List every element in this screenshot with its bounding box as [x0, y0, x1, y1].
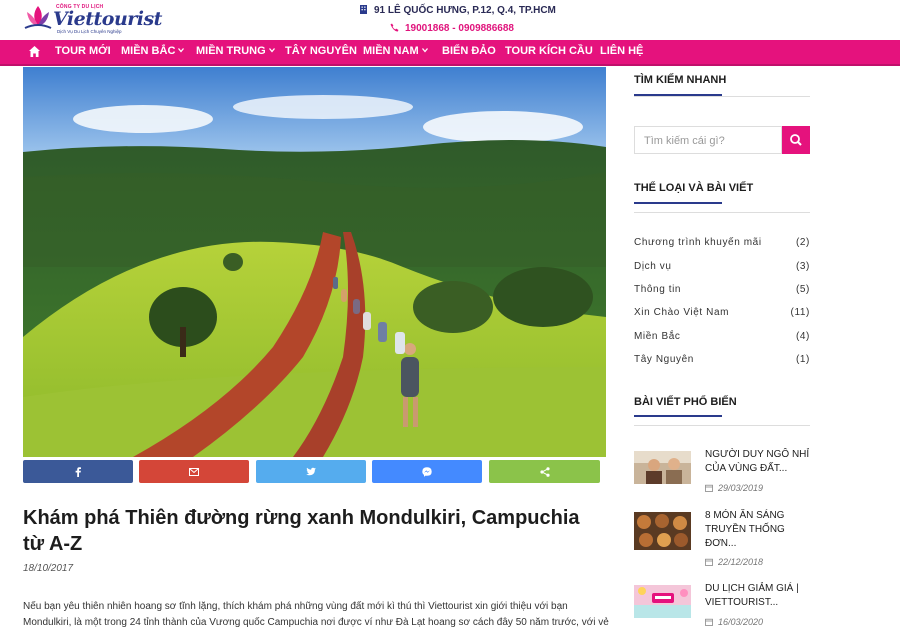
heading-divider	[634, 425, 810, 426]
heading-divider	[634, 96, 810, 97]
facebook-icon	[75, 466, 81, 477]
calendar-icon	[705, 484, 713, 492]
category-count: (4)	[795, 331, 810, 342]
nav-item-label: TÂY NGUYÊN	[285, 45, 357, 57]
category-name: Thông tin	[634, 284, 682, 295]
twitter-icon	[306, 467, 316, 475]
header-address: 91 LÊ QUỐC HƯNG, P.12, Q.4, TP.HCM	[359, 5, 556, 16]
nav-item-tour-kich-cau[interactable]: TOUR KÍCH CẦU	[505, 45, 593, 57]
share-icon	[539, 466, 550, 477]
search-heading: TÌM KIẾM NHANH	[634, 74, 727, 86]
category-item[interactable]: Thông tin (5)	[634, 284, 810, 295]
nav-item-tay-nguyen[interactable]: TÂY NGUYÊN	[285, 45, 357, 57]
main-nav: TOUR MỚI MIỀN BẮC MIỀN TRUNG TÂY NGUYÊN …	[0, 40, 900, 66]
promo-thumbnail-image	[634, 585, 691, 618]
category-item[interactable]: Miền Bắc (4)	[634, 331, 810, 342]
logo-tagline: Dịch Vụ Du Lịch Chuyên Nghiệp	[57, 29, 122, 34]
popular-heading: BÀI VIẾT PHỔ BIẾN	[634, 396, 737, 408]
nav-item-label: MIỀN BẮC	[121, 45, 176, 57]
category-name: Dịch vụ	[634, 261, 672, 272]
popular-post-date-text: 29/03/2019	[718, 483, 764, 493]
nav-item-label: TOUR MỚI	[55, 45, 111, 57]
top-header: CÔNG TY DU LỊCH Viettourist Dịch Vụ Du L…	[0, 0, 900, 40]
nav-item-label: BIỂN ĐẢO	[442, 45, 496, 57]
calendar-icon	[705, 618, 713, 626]
nav-item-mien-bac[interactable]: MIỀN BẮC	[121, 45, 185, 57]
popular-post-date-text: 16/03/2020	[718, 617, 764, 627]
share-facebook-button[interactable]	[23, 460, 133, 483]
portrait-thumbnail-image	[634, 451, 691, 484]
messenger-icon	[422, 466, 432, 477]
article-date: 18/10/2017	[23, 563, 74, 574]
category-count: (2)	[795, 237, 810, 248]
popular-post-thumbnail[interactable]	[634, 585, 691, 618]
search-icon	[790, 134, 802, 146]
heading-divider	[634, 212, 810, 213]
popular-post-date-text: 22/12/2018	[718, 557, 764, 567]
popular-post-date: 22/12/2018	[705, 557, 763, 567]
popular-post-date: 16/03/2020	[705, 617, 763, 627]
nav-item-label: TOUR KÍCH CẦU	[505, 45, 593, 57]
category-count: (5)	[795, 284, 810, 295]
nav-item-bien-dao[interactable]: BIỂN ĐẢO	[442, 45, 496, 57]
share-email-button[interactable]	[139, 460, 249, 483]
article-title: Khám phá Thiên đường rừng xanh Mondulkir…	[23, 507, 580, 555]
category-name: Tây Nguyên	[634, 354, 694, 365]
article-hero-image	[23, 67, 606, 457]
category-name: Xin Chào Việt Nam	[634, 307, 730, 318]
popular-post-date: 29/03/2019	[705, 483, 763, 493]
heading-underline	[634, 415, 722, 417]
chevron-down-icon	[178, 48, 185, 53]
category-item[interactable]: Tây Nguyên (1)	[634, 354, 810, 365]
search-button[interactable]	[782, 126, 810, 154]
home-icon[interactable]	[28, 45, 41, 58]
share-more-button[interactable]	[489, 460, 600, 483]
nav-item-tour-moi[interactable]: TOUR MỚI	[55, 45, 111, 57]
phone-icon	[390, 23, 399, 32]
building-icon	[360, 5, 367, 14]
email-icon	[189, 467, 199, 476]
category-item[interactable]: Chương trình khuyến mãi (2)	[634, 237, 810, 248]
logo-brand-text: Viettourist	[53, 8, 162, 30]
nav-item-lien-he[interactable]: LIÊN HỆ	[600, 45, 643, 57]
lotus-logo-icon	[24, 6, 52, 29]
categories-heading: THỂ LOẠI VÀ BÀI VIẾT	[634, 182, 754, 194]
chevron-down-icon	[268, 48, 275, 53]
category-item[interactable]: Dịch vụ (3)	[634, 261, 810, 272]
nav-item-label: MIỀN TRUNG	[196, 45, 266, 57]
heading-underline	[634, 202, 722, 204]
header-phone[interactable]: 19001868 - 0909886688	[390, 23, 514, 34]
category-count: (1)	[795, 354, 810, 365]
popular-post-title[interactable]: DU LỊCH GIẢM GIÁ | VIETTOURIST...	[705, 582, 811, 610]
category-count: (11)	[790, 307, 810, 318]
popular-post-title[interactable]: 8 MÓN ĂN SÁNG TRUYỀN THỐNG ĐƠN...	[705, 509, 811, 551]
category-item[interactable]: Xin Chào Việt Nam (11)	[634, 307, 810, 318]
search-placeholder: Tìm kiếm cái gì?	[644, 135, 725, 147]
nav-item-mien-nam[interactable]: MIỀN NAM	[363, 45, 428, 57]
share-twitter-button[interactable]	[256, 460, 366, 483]
phone-text: 19001868 - 0909886688	[405, 23, 514, 34]
chevron-down-icon	[421, 48, 428, 53]
food-thumbnail-image	[634, 512, 691, 550]
popular-post-thumbnail[interactable]	[634, 451, 691, 484]
category-count: (3)	[795, 261, 810, 272]
share-messenger-button[interactable]	[372, 460, 482, 483]
nav-item-mien-trung[interactable]: MIỀN TRUNG	[196, 45, 275, 57]
landscape-image	[23, 67, 606, 457]
viettourist-logo[interactable]: CÔNG TY DU LỊCH Viettourist Dịch Vụ Du L…	[23, 2, 162, 36]
category-name: Miền Bắc	[634, 331, 681, 342]
popular-post-title[interactable]: NGƯỜI DUY NGÔ NHỈ CỦA VÙNG ĐẤT...	[705, 448, 811, 476]
calendar-icon	[705, 558, 713, 566]
popular-post-thumbnail[interactable]	[634, 512, 691, 550]
article-intro: Nếu bạn yêu thiên nhiên hoang sơ tĩnh lặ…	[23, 601, 609, 628]
nav-item-label: LIÊN HỆ	[600, 45, 644, 57]
nav-item-label: MIỀN NAM	[363, 45, 419, 57]
category-name: Chương trình khuyến mãi	[634, 237, 762, 248]
search-input[interactable]: Tìm kiếm cái gì?	[634, 126, 782, 154]
address-text: 91 LÊ QUỐC HƯNG, P.12, Q.4, TP.HCM	[374, 5, 556, 16]
